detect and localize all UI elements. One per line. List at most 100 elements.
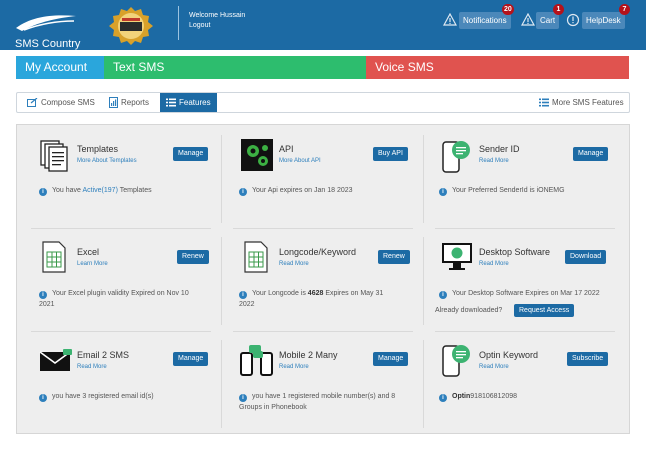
longcode-info-prefix: Your Longcode is [252,290,308,297]
more-features-label: More SMS Features [552,98,624,107]
optin-label: Optin [452,393,471,400]
excel-info-line1: Your Excel plugin validity Expired on No… [52,290,189,297]
reports-icon [109,97,118,109]
longcode-renew-button[interactable]: Renew [378,250,410,264]
warning-icon [443,13,457,26]
sender-id-title: Sender ID [479,144,520,154]
info-icon: i [39,188,47,196]
notifications-button[interactable]: Notifications [459,12,511,29]
desktop-read-more[interactable]: Read More [479,261,509,267]
api-info: i Your Api expires on Jan 18 2023 [239,185,417,196]
longcode-info: i Your Longcode is 4628 Expires on May 31… [239,288,421,310]
tab-my-account[interactable]: My Account [16,56,104,79]
info-icon: i [239,394,247,402]
logo-swoosh-icon [16,15,76,31]
sender-id-info-text: Your Preferred SenderId is iONEMG [452,187,565,194]
envelope-icon [39,349,72,371]
excel-renew-button[interactable]: Renew [177,250,209,264]
phone-chat-icon [442,141,470,173]
templates-info-suffix: Templates [117,187,152,194]
compose-label: Compose SMS [41,98,95,107]
sms-country-logo[interactable]: SMS Country [12,8,92,50]
welcome-text: Welcome Hussain [189,12,246,19]
desktop-download-button[interactable]: Download [565,250,607,264]
gears-icon [241,139,273,171]
optin-keyword-title: Optin Keyword [479,350,539,360]
compose-icon [27,97,38,107]
welcome-block: Welcome Hussain Logout [189,11,245,31]
templates-active-count[interactable]: Active(197) [83,187,118,194]
row-divider [233,331,413,332]
award-badge [107,6,155,46]
phone-chat-icon [442,345,470,377]
sender-id-manage-button[interactable]: Manage [573,147,609,161]
request-access-button[interactable]: Request Access [514,304,575,317]
column-divider [423,340,424,428]
api-more-link[interactable]: More About API [279,158,321,164]
help-icon [566,13,580,27]
desktop-info: i Your Desktop Software Expires on Mar 17… [439,288,629,299]
excel-title: Excel [77,247,100,257]
buy-api-button[interactable]: Buy API [373,147,408,161]
mobile2many-title: Mobile 2 Many [279,350,338,360]
top-header: SMS Country Welcome Hussain Logout Notif… [0,0,646,50]
column-divider [221,237,222,325]
award-seal-icon [109,7,153,45]
logo-text: SMS Country [15,38,81,50]
info-icon: i [439,291,447,299]
mobile2many-info-line1: you have 1 registered mobile number(s) a… [252,393,396,400]
longcode-info-suffix: Expires on May 31 [323,290,384,297]
helpdesk-button[interactable]: HelpDesk [582,12,625,29]
tab-features[interactable]: Features [160,93,217,112]
tab-compose-sms[interactable]: Compose SMS [27,93,95,112]
info-icon: i [239,188,247,196]
info-icon: i [439,394,447,402]
tab-reports[interactable]: Reports [109,93,149,112]
column-divider [221,340,222,428]
sender-id-info: i Your Preferred SenderId is iONEMG [439,185,625,196]
already-downloaded-text: Already downloaded? [435,307,503,314]
mobile2many-read-more[interactable]: Read More [279,364,309,370]
tab-voice-sms[interactable]: Voice SMS [366,56,629,79]
column-divider [221,135,222,223]
excel-learn-more[interactable]: Learn More [77,261,108,267]
email2sms-info-text: you have 3 registered email id(s) [52,393,154,400]
templates-manage-button[interactable]: Manage [173,147,209,161]
sender-id-read-more[interactable]: Read More [479,158,509,164]
excel-info: i Your Excel plugin validity Expired on N… [39,288,219,310]
info-icon: i [439,188,447,196]
templates-info-prefix: You have [52,187,83,194]
optin-subscribe-button[interactable]: Subscribe [567,352,609,366]
excel-info-line2: 2021 [39,301,55,308]
tab-text-sms[interactable]: Text SMS [104,56,366,79]
reports-label: Reports [121,98,150,107]
cart-warning-icon [521,13,535,26]
longcode-number: 4628 [307,290,324,297]
mobile2many-manage-button[interactable]: Manage [373,352,409,366]
column-divider [423,135,424,223]
templates-more-link[interactable]: More About Templates [77,158,137,164]
longcode-info-line2: 2022 [239,301,255,308]
monitor-icon [442,243,472,270]
optin-read-more[interactable]: Read More [479,364,509,370]
cart-count-badge: 1 [553,4,564,15]
optin-info: i Optin918106812098 [439,391,625,402]
email2sms-read-more[interactable]: Read More [77,364,107,370]
desktop-info-text: Your Desktop Software Expires on Mar 17 … [452,290,600,297]
email2sms-manage-button[interactable]: Manage [173,352,209,366]
logout-link[interactable]: Logout [189,21,245,31]
welcome-divider [178,6,180,40]
info-icon: i [239,291,247,299]
helpdesk-count-badge: 7 [619,4,630,15]
optin-number: 918106812098 [470,393,517,400]
templates-info: i You have Active(197) Templates [39,185,214,196]
more-sms-features-link[interactable]: More SMS Features [539,93,624,112]
row-divider [233,228,413,229]
column-divider [423,237,424,325]
info-icon: i [39,394,47,402]
row-divider [435,228,615,229]
longcode-read-more[interactable]: Read More [279,261,309,267]
email2sms-info: i you have 3 registered email id(s) [39,391,219,402]
desktop-software-title: Desktop Software [479,247,551,257]
list-icon [166,98,176,107]
